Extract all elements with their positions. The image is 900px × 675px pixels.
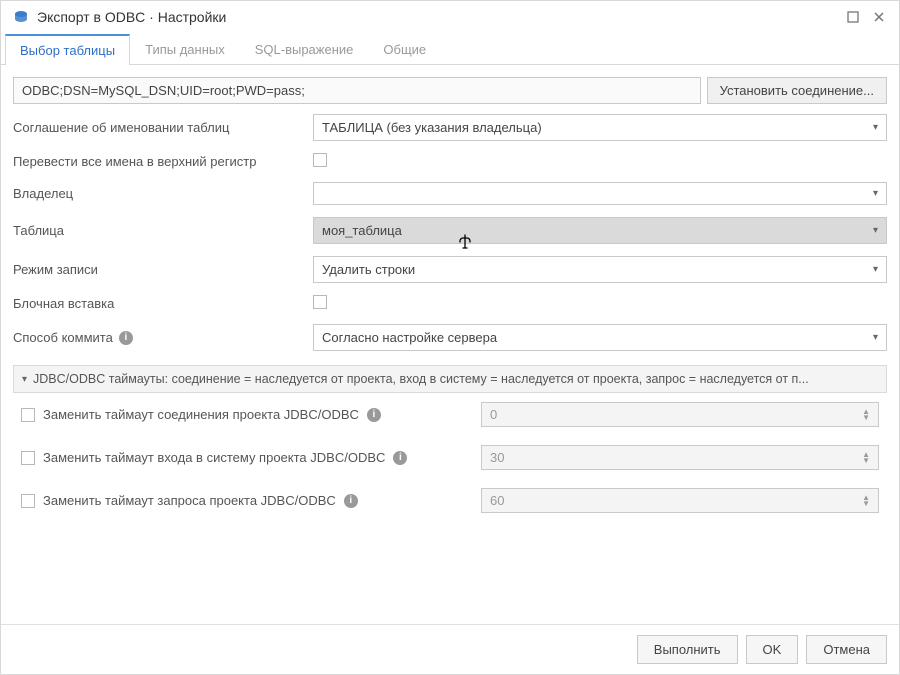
spinner-buttons[interactable]: ▲▼ — [862, 495, 870, 507]
timeout-label-text: Заменить таймаут запроса проекта JDBC/OD… — [43, 493, 336, 508]
block-insert-label: Блочная вставка — [13, 296, 313, 311]
cancel-button[interactable]: Отмена — [806, 635, 887, 664]
timeouts-header[interactable]: ▾ JDBC/ODBC таймауты: соединение = насле… — [13, 365, 887, 393]
execute-button[interactable]: Выполнить — [637, 635, 738, 664]
timeout-query-spinner[interactable]: 60 ▲▼ — [481, 488, 879, 513]
maximize-button[interactable] — [845, 9, 861, 25]
form: Соглашение об именовании таблиц ТАБЛИЦА … — [13, 114, 887, 351]
chevron-down-icon: ▾ — [873, 225, 878, 236]
close-button[interactable] — [871, 9, 887, 25]
select-value: Согласно настройке сервера — [322, 330, 497, 345]
spinner-buttons[interactable]: ▲▼ — [862, 452, 870, 464]
app-icon — [13, 9, 29, 25]
info-icon[interactable]: i — [393, 451, 407, 465]
titlebar: Экспорт в ODBC · Настройки — [1, 1, 899, 33]
uppercase-checkbox[interactable] — [313, 153, 327, 167]
timeout-connection-spinner[interactable]: 0 ▲▼ — [481, 402, 879, 427]
timeouts-header-text: JDBC/ODBC таймауты: соединение = наследу… — [33, 372, 809, 386]
commit-select[interactable]: Согласно настройке сервера ▾ — [313, 324, 887, 351]
timeout-login-checkbox[interactable] — [21, 451, 35, 465]
tab-label: Выбор таблицы — [20, 43, 115, 58]
info-icon[interactable]: i — [367, 408, 381, 422]
commit-label: Способ коммита i — [13, 330, 313, 345]
table-select[interactable]: моя_таблица ▾ — [313, 217, 887, 244]
write-mode-label: Режим записи — [13, 262, 313, 277]
timeout-row-query: Заменить таймаут запроса проекта JDBC/OD… — [13, 479, 887, 522]
connection-row: Установить соединение... — [13, 77, 887, 104]
timeout-connection-checkbox[interactable] — [21, 408, 35, 422]
write-mode-select[interactable]: Удалить строки ▾ — [313, 256, 887, 283]
connect-button[interactable]: Установить соединение... — [707, 77, 887, 104]
timeout-login-spinner[interactable]: 30 ▲▼ — [481, 445, 879, 470]
chevron-down-icon: ▾ — [22, 374, 27, 385]
info-icon[interactable]: i — [344, 494, 358, 508]
tab-label: Общие — [383, 42, 426, 57]
tab-label: Типы данных — [145, 42, 225, 57]
commit-label-text: Способ коммита — [13, 330, 113, 345]
window-title: Экспорт в ODBC · Настройки — [37, 9, 835, 25]
tab-sql-expression[interactable]: SQL-выражение — [240, 34, 369, 65]
chevron-down-icon: ▾ — [873, 264, 878, 275]
select-value: ТАБЛИЦА (без указания владельца) — [322, 120, 542, 135]
tab-data-types[interactable]: Типы данных — [130, 34, 240, 65]
timeout-label-text: Заменить таймаут соединения проекта JDBC… — [43, 407, 359, 422]
chevron-down-icon: ▾ — [873, 188, 878, 199]
tab-general[interactable]: Общие — [368, 34, 441, 65]
tab-table-select[interactable]: Выбор таблицы — [5, 34, 130, 65]
spinner-value: 60 — [490, 493, 504, 508]
select-value: Удалить строки — [322, 262, 415, 277]
spinner-buttons[interactable]: ▲▼ — [862, 409, 870, 421]
table-label: Таблица — [13, 223, 313, 238]
connection-string-input[interactable] — [13, 77, 701, 104]
timeout-row-connection: Заменить таймаут соединения проекта JDBC… — [13, 393, 887, 436]
ok-button[interactable]: OK — [746, 635, 799, 664]
owner-select[interactable]: ▾ — [313, 182, 887, 205]
timeout-label-text: Заменить таймаут входа в систему проекта… — [43, 450, 385, 465]
naming-label: Соглашение об именовании таблиц — [13, 120, 313, 135]
content: Установить соединение... Соглашение об и… — [1, 65, 899, 624]
owner-label: Владелец — [13, 186, 313, 201]
select-value: моя_таблица — [322, 223, 402, 238]
block-insert-checkbox[interactable] — [313, 295, 327, 309]
timeout-query-checkbox[interactable] — [21, 494, 35, 508]
tabs: Выбор таблицы Типы данных SQL-выражение … — [1, 33, 899, 65]
spinner-value: 30 — [490, 450, 504, 465]
timeout-row-login: Заменить таймаут входа в систему проекта… — [13, 436, 887, 479]
tab-label: SQL-выражение — [255, 42, 354, 57]
uppercase-label: Перевести все имена в верхний регистр — [13, 154, 313, 169]
chevron-down-icon: ▾ — [873, 332, 878, 343]
info-icon[interactable]: i — [119, 331, 133, 345]
timeouts-body: Заменить таймаут соединения проекта JDBC… — [13, 393, 887, 522]
footer: Выполнить OK Отмена — [1, 624, 899, 674]
naming-select[interactable]: ТАБЛИЦА (без указания владельца) ▾ — [313, 114, 887, 141]
spinner-value: 0 — [490, 407, 497, 422]
chevron-down-icon: ▾ — [873, 122, 878, 133]
